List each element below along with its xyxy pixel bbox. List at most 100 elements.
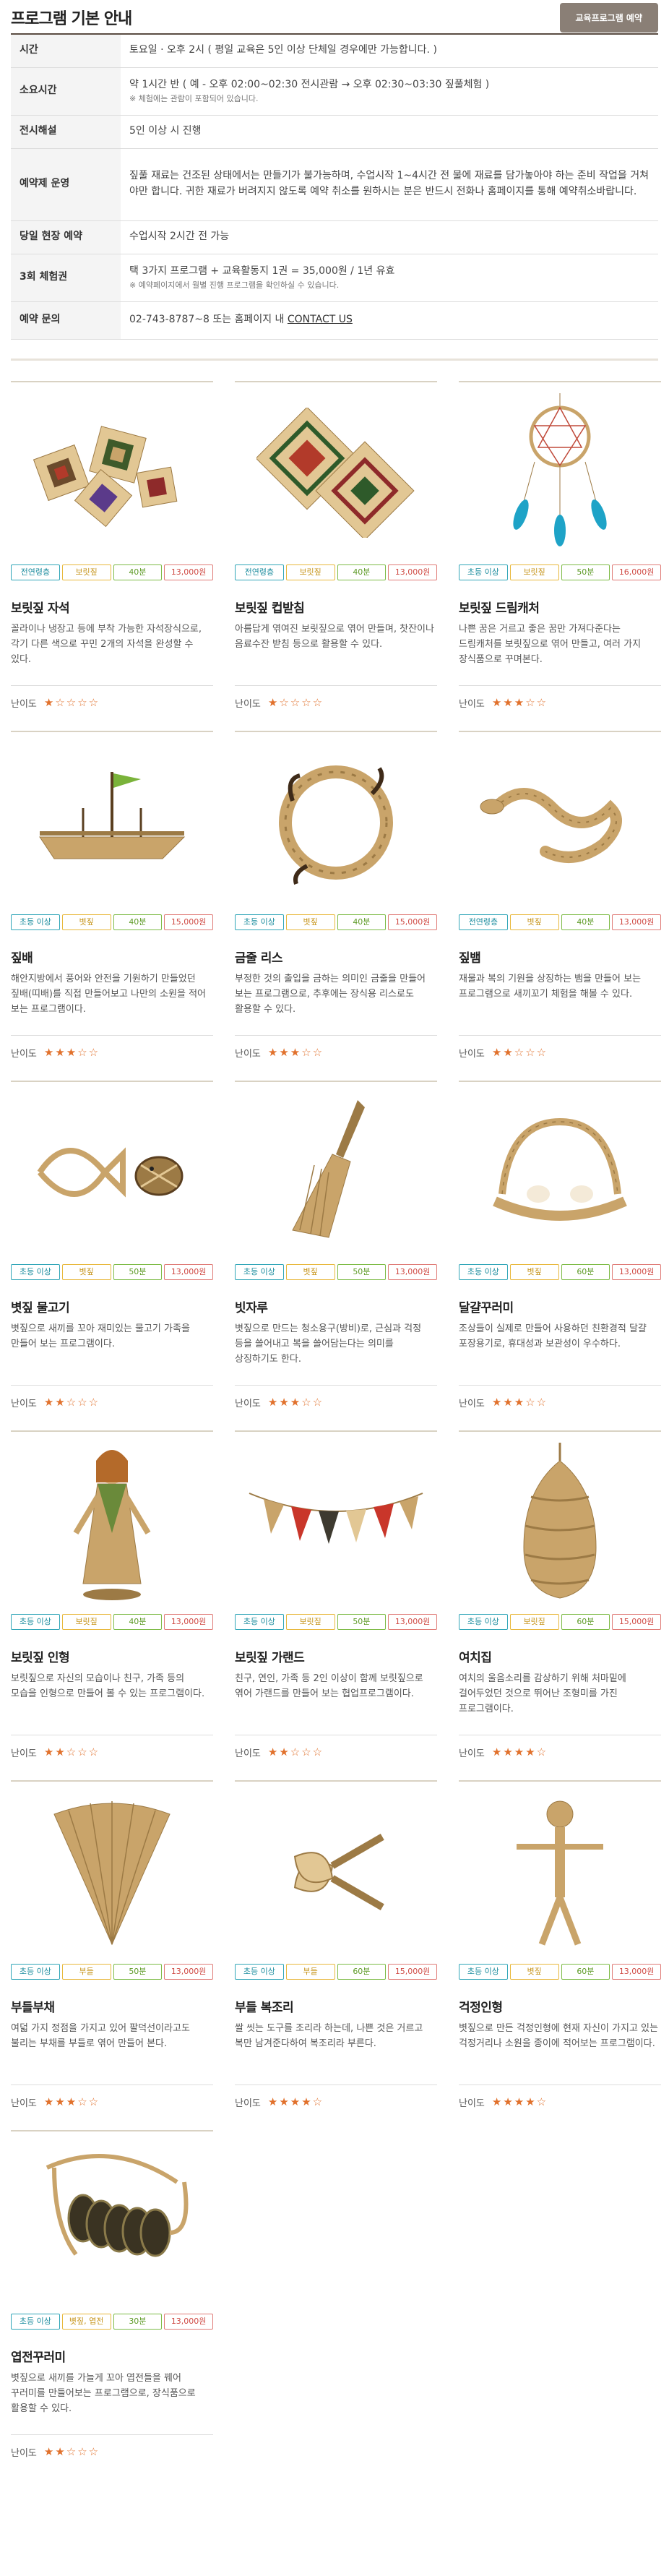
- product-title[interactable]: 엽전꾸러미: [11, 2347, 213, 2365]
- product-tag: 15,000원: [612, 1613, 661, 1630]
- product-tags: 초등 이상 보릿짚 60분 15,000원: [459, 1613, 661, 1630]
- product-card[interactable]: 전연령층 보릿짚 40분 13,000원 보릿짚 자석 꼴라이나 냉장고 등에 부착 …: [11, 361, 213, 710]
- difficulty-stars-icon: ★★★★☆: [491, 2095, 548, 2108]
- product-tags: 초등 이상 보릿짚 40분 13,000원: [11, 1613, 213, 1630]
- product-tag: 13,000원: [612, 1963, 661, 1980]
- info-row: 당일 현장 예약 수업시작 2시간 전 가능: [11, 220, 658, 254]
- product-tag: 16,000원: [612, 564, 661, 580]
- product-description: 재물과 복의 기원을 상징하는 뱀을 만들어 보는 프로그램으로 새끼꼬기 체험…: [459, 973, 642, 1000]
- product-card[interactable]: 초등 이상 부들 50분 13,000원 부들부채 여덟 가지 정점을 가지고 있어 …: [11, 1760, 213, 2110]
- product-tag: 초등 이상: [11, 2313, 60, 2330]
- product-card[interactable]: 초등 이상 볏짚 60분 13,000원 달걀꾸러미 조상들이 실제로 만들어 사용하…: [459, 1060, 661, 1410]
- difficulty-stars-icon: ★★☆☆☆: [43, 1396, 100, 1409]
- product-tag: 30분: [113, 2313, 163, 2330]
- product-tag: 60분: [561, 1613, 610, 1630]
- product-tags: 전연령층 보릿짚 40분 13,000원: [11, 564, 213, 580]
- product-card[interactable]: 초등 이상 볏짚 40분 15,000원 금줄 리스 부정한 것의 출입을 금하는 의…: [235, 710, 437, 1060]
- product-title[interactable]: 빗자루: [235, 1297, 437, 1315]
- straw-magnets-image[interactable]: [11, 382, 213, 563]
- product-card[interactable]: 초등 이상 볏짚 50분 13,000원 빗자루 볏짚으로 만드는 청소용구(방비)로…: [235, 1060, 437, 1410]
- cricket-house-image[interactable]: [459, 1432, 661, 1613]
- product-card[interactable]: 초등 이상 볏짚 60분 13,000원 걱정인형 볏짚으로 만든 걱정인형에 현재 …: [459, 1760, 661, 2110]
- product-card[interactable]: 초등 이상 볏짚 40분 15,000원 짚배 해안지방에서 풍어와 안전을 기원하기…: [11, 710, 213, 1060]
- product-title[interactable]: 보릿짚 드림캐처: [459, 598, 661, 616]
- product-grid: 전연령층 보릿짚 40분 13,000원 보릿짚 자석 꼴라이나 냉장고 등에 부착 …: [11, 361, 661, 2460]
- product-tags: 초등 이상 볏짚 40분 15,000원: [235, 914, 437, 930]
- coin-string-image[interactable]: [11, 2131, 213, 2312]
- product-card[interactable]: 전연령층 볏짚 40분 13,000원 짚뱀 재물과 복의 기원을 상징하는 뱀을 만…: [459, 710, 661, 1060]
- info-note: ※ 예약페이지에서 월별 진행 프로그램을 확인하실 수 있습니다.: [129, 280, 340, 291]
- product-card[interactable]: 전연령층 보릿짚 40분 13,000원 보릿짚 컵받침 아름답게 엮여진 보릿짚으로…: [235, 361, 437, 710]
- product-title[interactable]: 짚배: [11, 948, 213, 966]
- product-tag: 전연령층: [459, 914, 508, 930]
- difficulty-stars-icon: ★★★☆☆: [491, 696, 548, 709]
- difficulty-stars-icon: ★★★☆☆: [43, 2095, 100, 2108]
- product-tags: 초등 이상 볏짚, 엽전 30분 13,000원: [11, 2313, 213, 2330]
- garland-image[interactable]: [235, 1432, 437, 1613]
- product-tags: 전연령층 보릿짚 40분 13,000원: [235, 564, 437, 580]
- product-card[interactable]: 초등 이상 부들 60분 15,000원 부들 복조리 쌀 씻는 도구를 조리라 하는…: [235, 1760, 437, 2110]
- page-title: 프로그램 기본 안내: [11, 10, 132, 28]
- reserve-program-button[interactable]: 교육프로그램 예약: [559, 2, 658, 33]
- info-value-text: 짚풀 재료는 건조된 상태에서는 만들기가 불가능하며, 수업시작 1~4시간 …: [129, 170, 649, 197]
- product-title[interactable]: 부들부채: [11, 1997, 213, 2015]
- contact-us-link[interactable]: CONTACT US: [288, 314, 353, 325]
- egg-holder-image[interactable]: [459, 1082, 661, 1263]
- difficulty-stars-icon: ★★☆☆☆: [43, 1746, 100, 1759]
- straw-snake-image[interactable]: [459, 732, 661, 913]
- product-title[interactable]: 보릿짚 컵받침: [235, 598, 437, 616]
- straw-boat-image[interactable]: [11, 732, 213, 913]
- difficulty-label: 난이도: [11, 698, 37, 710]
- product-tags: 초등 이상 볏짚 50분 13,000원: [235, 1263, 437, 1280]
- product-title[interactable]: 보릿짚 인형: [11, 1647, 213, 1665]
- straw-coaster-image[interactable]: [235, 382, 437, 563]
- product-tag: 부들: [285, 1963, 335, 1980]
- cattail-fan-image[interactable]: [11, 1782, 213, 1962]
- info-key: 당일 현장 예약: [11, 220, 121, 254]
- product-tag: 보릿짚: [509, 1613, 559, 1630]
- broom-image[interactable]: [235, 1082, 437, 1263]
- product-tag: 전연령층: [11, 564, 60, 580]
- info-value-text: 약 1시간 반 ( 예 - 오후 02:00~02:30 전시관람 → 오후 0…: [129, 78, 490, 90]
- info-row: 소요시간 약 1시간 반 ( 예 - 오후 02:00~02:30 전시관람 →…: [11, 67, 658, 116]
- product-description: 조상들이 실제로 만들어 사용하던 친환경적 달걀 포장용기로, 휴대성과 보관…: [459, 1323, 647, 1349]
- product-title[interactable]: 걱정인형: [459, 1997, 661, 2015]
- product-card[interactable]: 초등 이상 보릿짚 50분 16,000원 보릿짚 드림캐처 나쁜 꿈은 거르고 좋은…: [459, 361, 661, 710]
- worry-doll-image[interactable]: [459, 1782, 661, 1962]
- difficulty-row: 난이도 ★★★☆☆: [235, 1034, 437, 1060]
- info-row: 시간 토요일 · 오후 2시 ( 평일 교육은 5인 이상 단체일 경우에만 가…: [11, 34, 658, 68]
- product-title[interactable]: 부들 복조리: [235, 1997, 437, 2015]
- info-value-text: 수업시작 2시간 전 가능: [129, 231, 230, 243]
- product-title[interactable]: 보릿짚 가랜드: [235, 1647, 437, 1665]
- product-title[interactable]: 여치집: [459, 1647, 661, 1665]
- product-tag: 초등 이상: [235, 914, 284, 930]
- product-title[interactable]: 달걀꾸러미: [459, 1297, 661, 1315]
- product-description: 볏짚으로 새끼를 꼬아 재미있는 물고기 가족을 만들어 보는 프로그램이다.: [11, 1323, 190, 1349]
- product-card[interactable]: 초등 이상 볏짚 50분 13,000원 볏짚 물고기 볏짚으로 새끼를 꼬아 재미있…: [11, 1060, 213, 1410]
- wreath-image[interactable]: [235, 732, 437, 913]
- info-value: 토요일 · 오후 2시 ( 평일 교육은 5인 이상 단체일 경우에만 가능합니…: [121, 34, 658, 68]
- product-card[interactable]: 초등 이상 보릿짚 40분 13,000원 보릿짚 인형 보릿짚으로 자신의 모습이나…: [11, 1410, 213, 1760]
- product-description: 꼴라이나 냉장고 등에 부착 가능한 자석장식으로, 각기 다른 색으로 꾸민 …: [11, 623, 202, 665]
- product-tag: 볏짚: [509, 1263, 559, 1280]
- info-value-text: 토요일 · 오후 2시 ( 평일 교육은 5인 이상 단체일 경우에만 가능합니…: [129, 44, 437, 56]
- straw-doll-image[interactable]: [11, 1432, 213, 1613]
- product-tag: 60분: [561, 1963, 610, 1980]
- product-title[interactable]: 볏짚 물고기: [11, 1297, 213, 1315]
- straw-fish-image[interactable]: [11, 1082, 213, 1263]
- product-title[interactable]: 짚뱀: [459, 948, 661, 966]
- product-title[interactable]: 금줄 리스: [235, 948, 437, 966]
- difficulty-row: 난이도 ★★☆☆☆: [235, 1734, 437, 1759]
- product-tags: 초등 이상 볏짚 60분 13,000원: [459, 1963, 661, 1980]
- product-tags: 초등 이상 볏짚 60분 13,000원: [459, 1263, 661, 1280]
- bokjori-image[interactable]: [235, 1782, 437, 1962]
- product-card[interactable]: 초등 이상 보릿짚 50분 13,000원 보릿짚 가랜드 친구, 연인, 가족 등 …: [235, 1410, 437, 1760]
- difficulty-stars-icon: ★☆☆☆☆: [267, 696, 324, 709]
- difficulty-label: 난이도: [235, 2098, 261, 2109]
- product-card[interactable]: 초등 이상 볏짚, 엽전 30분 13,000원 엽전꾸러미 볏짚으로 새끼를 가늘게…: [11, 2110, 213, 2460]
- product-card[interactable]: 초등 이상 보릿짚 60분 15,000원 여치집 여치의 울음소리를 감상하기 위해…: [459, 1410, 661, 1760]
- info-value-text: 5인 이상 시 진행: [129, 125, 202, 137]
- dreamcatcher-image[interactable]: [459, 382, 661, 563]
- product-description: 부정한 것의 출입을 금하는 의미인 금줄을 만들어 보는 프로그램으로, 추후…: [235, 973, 426, 1015]
- product-title[interactable]: 보릿짚 자석: [11, 598, 213, 616]
